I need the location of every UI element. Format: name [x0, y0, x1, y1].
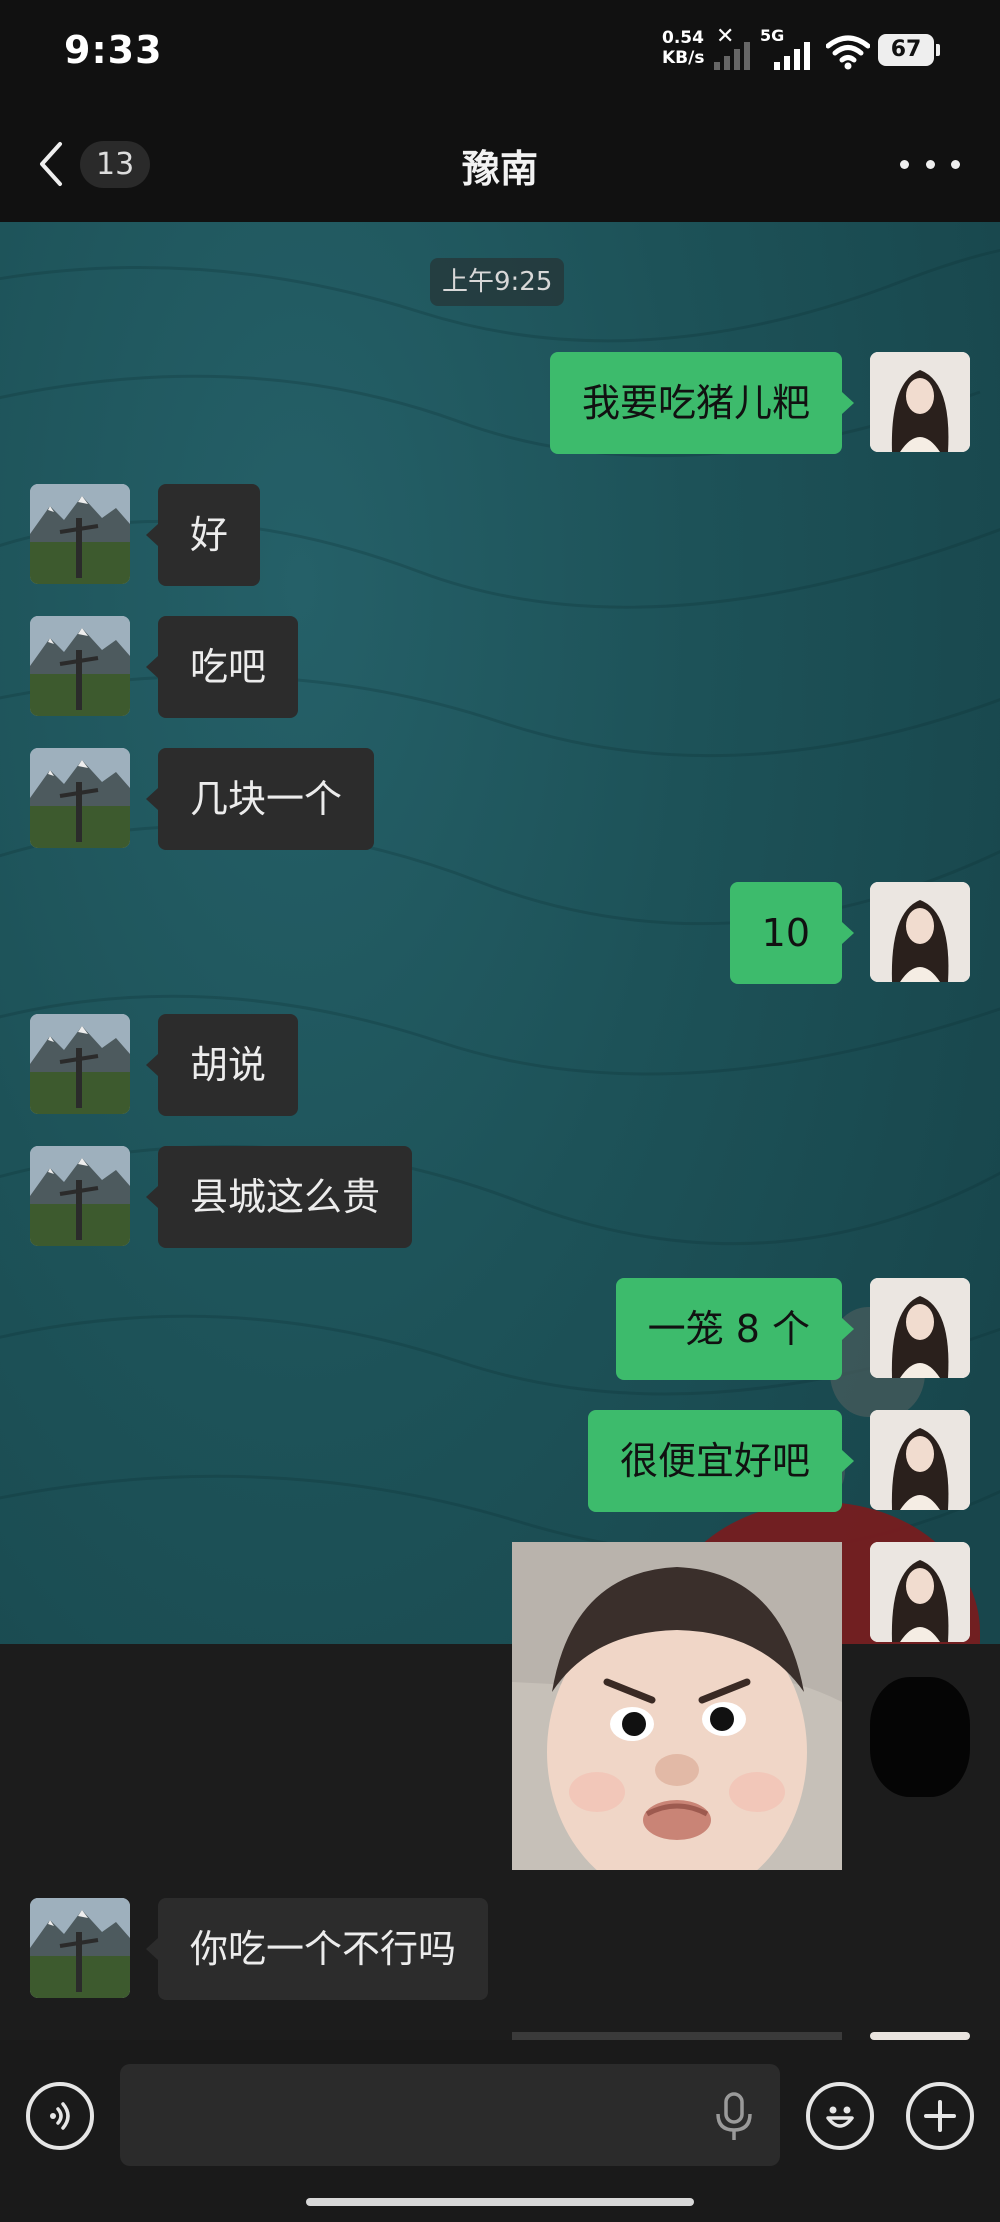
dot-icon: [900, 159, 909, 169]
home-indicator[interactable]: [306, 2198, 694, 2206]
wallpaper-shape: [0, 1644, 1000, 2040]
my-avatar[interactable]: [870, 2032, 970, 2040]
message-input[interactable]: [120, 2064, 780, 2166]
network-speed-unit: KB/s: [662, 48, 705, 68]
contact-avatar[interactable]: [30, 1014, 130, 1114]
girl-avatar-icon: [870, 1278, 970, 1378]
incoming-message-bubble[interactable]: 好: [145, 484, 261, 586]
dot-icon: [951, 159, 960, 169]
my-avatar[interactable]: [870, 352, 970, 452]
input-bar: [0, 2040, 1000, 2222]
wifi-icon: [826, 35, 870, 70]
more-options-button[interactable]: [900, 144, 960, 184]
outgoing-message-bubble[interactable]: 10: [729, 882, 855, 984]
girl-avatar-icon: [870, 882, 970, 982]
emoji-button[interactable]: [806, 2082, 874, 2150]
contact-avatar[interactable]: [30, 748, 130, 848]
my-avatar[interactable]: [870, 1410, 970, 1510]
signal-weak-icon: [714, 42, 750, 70]
mic-icon[interactable]: [712, 2092, 756, 2142]
status-bar: 9:33 0.54 KB/s ✕ 5G 67: [0, 0, 1000, 104]
emoji-icon: [826, 2106, 854, 2128]
wallpaper-shape: [870, 1677, 970, 1797]
girl-avatar-icon: [870, 1410, 970, 1510]
network-speed: 0.54 KB/s: [662, 28, 704, 68]
incoming-message-bubble[interactable]: 县城这么贵: [145, 1146, 413, 1248]
dot-icon: [925, 159, 935, 169]
incoming-message-bubble[interactable]: 几块一个: [145, 748, 375, 850]
voice-mode-button[interactable]: [26, 2082, 94, 2150]
network-speed-value: 0.54: [662, 28, 704, 48]
angry-baby-sticker: [512, 1542, 842, 1870]
my-avatar[interactable]: [870, 1278, 970, 1378]
incoming-message-bubble[interactable]: 胡说: [145, 1014, 299, 1116]
battery-indicator: 67: [878, 34, 940, 66]
my-avatar[interactable]: [870, 882, 970, 982]
mountain-avatar-icon: [30, 616, 130, 716]
chat-title: 豫南: [461, 147, 538, 191]
mountain-avatar-icon: [30, 1146, 130, 1246]
outgoing-message-bubble[interactable]: 我要吃猪儿粑: [549, 352, 855, 454]
girl-avatar-icon: [870, 352, 970, 452]
outgoing-message-bubble[interactable]: 很便宜好吧: [587, 1410, 855, 1512]
status-time: 9:33: [64, 28, 163, 72]
mountain-avatar-icon: [30, 1898, 130, 1998]
sticker-image[interactable]: [512, 1542, 842, 1870]
contact-avatar[interactable]: [30, 616, 130, 716]
mountain-avatar-icon: [30, 1014, 130, 1114]
partial-image-message[interactable]: [512, 2032, 842, 2040]
incoming-message-bubble[interactable]: 吃吧: [145, 616, 299, 718]
my-avatar[interactable]: [870, 1542, 970, 1642]
voice-icon: [50, 2102, 70, 2130]
mountain-avatar-icon: [30, 484, 130, 584]
chat-header: 13 豫南: [0, 104, 1000, 222]
message-timestamp: 上午9:25: [430, 258, 565, 306]
mountain-avatar-icon: [30, 748, 130, 848]
outgoing-message-bubble[interactable]: 一笼 8 个: [615, 1278, 855, 1380]
contact-avatar[interactable]: [30, 1898, 130, 1998]
contact-avatar[interactable]: [30, 1146, 130, 1246]
girl-avatar-icon: [870, 1542, 970, 1642]
more-actions-button[interactable]: [906, 2082, 974, 2150]
message-list[interactable]: 上午9:25 我要吃猪儿粑 好 吃吧 几块一个 10 胡说 县城这么贵 一笼 8…: [0, 222, 1000, 2040]
plus-icon: [924, 2100, 956, 2132]
contact-avatar[interactable]: [30, 484, 130, 584]
incoming-message-bubble[interactable]: 你吃一个不行吗: [145, 1898, 489, 2000]
signal-strong-icon: [774, 42, 810, 70]
